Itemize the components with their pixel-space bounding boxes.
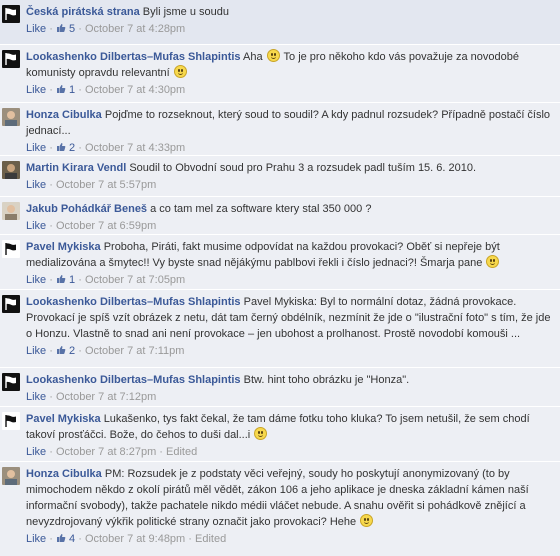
comment-text: Pojďme to rozseknout, který soud to soud…: [26, 109, 551, 137]
comment-body: Pavel Mykiska Proboha, Piráti, fakt musi…: [26, 239, 552, 288]
smiley-emoticon-icon: [360, 514, 374, 527]
comment-item: Pavel Mykiska Proboha, Piráti, fakt musi…: [0, 234, 560, 289]
thumbs-up-icon[interactable]: [56, 23, 66, 33]
comment-body: Lookashenko Dilbertas–Mufas Shlapintis A…: [26, 49, 552, 98]
comment-author-link[interactable]: Martin Kirara Vendl: [26, 162, 126, 174]
comment-body: Martin Kirara Vendl Soudil to Obvodní so…: [26, 160, 552, 193]
like-link[interactable]: Like: [26, 220, 46, 232]
avatar[interactable]: [2, 202, 20, 220]
avatar[interactable]: [2, 373, 20, 391]
edited-label: Edited: [166, 446, 198, 458]
comment-timestamp[interactable]: October 7 at 4:30pm: [85, 84, 185, 96]
avatar[interactable]: [2, 467, 20, 485]
comment-meta: Like · 1 · October 7 at 4:30pm: [26, 84, 186, 96]
comment-item: Jakub Pohádkář Beneš a co tam mel za sof…: [0, 196, 560, 234]
comment-timestamp[interactable]: October 7 at 6:59pm: [56, 220, 156, 232]
comment-text: Lukašenko, tys fakt čekal, že tam dáme f…: [26, 413, 530, 441]
thumbs-up-icon[interactable]: [56, 84, 66, 94]
comment-meta: Like · 4 · October 7 at 9:48pm · Edited: [26, 533, 227, 545]
avatar[interactable]: [2, 295, 20, 313]
smiley-emoticon-icon: [173, 65, 187, 78]
thumbs-up-icon[interactable]: [56, 274, 66, 284]
comment-timestamp[interactable]: October 7 at 7:12pm: [56, 391, 156, 403]
comment-author-link[interactable]: Česká pirátská strana: [26, 6, 140, 18]
avatar[interactable]: [2, 5, 20, 23]
comment-item: Lookashenko Dilbertas–Mufas Shlapintis A…: [0, 44, 560, 102]
comment-text: Aha: [243, 51, 266, 63]
comment-author-link[interactable]: Lookashenko Dilbertas–Mufas Shlapintis: [26, 296, 241, 308]
like-link[interactable]: Like: [26, 23, 46, 35]
avatar[interactable]: [2, 240, 20, 258]
like-link[interactable]: Like: [26, 179, 46, 191]
like-link[interactable]: Like: [26, 84, 46, 96]
avatar[interactable]: [2, 161, 20, 179]
comment-body: Jakub Pohádkář Beneš a co tam mel za sof…: [26, 201, 552, 234]
comment-author-link[interactable]: Honza Cibulka: [26, 109, 102, 121]
avatar[interactable]: [2, 108, 20, 126]
comment-timestamp[interactable]: October 7 at 5:57pm: [56, 179, 156, 191]
comment-meta: Like · October 7 at 8:27pm · Edited: [26, 446, 198, 458]
comment-timestamp[interactable]: October 7 at 7:05pm: [85, 274, 185, 286]
comment-timestamp[interactable]: October 7 at 8:27pm: [56, 446, 156, 458]
avatar[interactable]: [2, 412, 20, 430]
thumbs-up-icon[interactable]: [56, 345, 66, 355]
comment-timestamp[interactable]: October 7 at 4:28pm: [85, 23, 185, 35]
comment-body: Honza Cibulka PM: Rozsudek je z podstaty…: [26, 466, 552, 547]
comment-timestamp[interactable]: October 7 at 7:11pm: [85, 345, 184, 357]
like-link[interactable]: Like: [26, 142, 46, 154]
comment-author-link[interactable]: Pavel Mykiska: [26, 241, 101, 253]
like-link[interactable]: Like: [26, 533, 46, 545]
comment-meta: Like · 2 · October 7 at 7:11pm: [26, 345, 185, 357]
avatar[interactable]: [2, 50, 20, 68]
comment-text: Btw. hint toho obrázku je "Honza".: [243, 374, 410, 386]
comment-author-link[interactable]: Pavel Mykiska: [26, 413, 101, 425]
comment-meta: Like · 5 · October 7 at 4:28pm: [26, 23, 186, 35]
smiley-emoticon-icon: [486, 255, 500, 268]
comment-text: Soudil to Obvodní soud pro Prahu 3 a roz…: [129, 162, 477, 174]
like-count[interactable]: 1: [69, 274, 75, 286]
thumbs-up-icon[interactable]: [56, 142, 66, 152]
comment-timestamp[interactable]: October 7 at 9:48pm: [85, 533, 185, 545]
comment-text: PM: Rozsudek je z podstaty věci veřejný,…: [26, 468, 529, 528]
comment-body: Honza Cibulka Pojďme to rozseknout, kter…: [26, 107, 552, 156]
like-count[interactable]: 1: [69, 84, 75, 96]
comment-body: Česká pirátská strana Byli jsme u soudu L…: [26, 4, 552, 37]
like-count[interactable]: 2: [69, 142, 75, 154]
comment-meta: Like · October 7 at 6:59pm: [26, 220, 157, 232]
comment-author-link[interactable]: Lookashenko Dilbertas–Mufas Shlapintis: [26, 51, 241, 63]
comment-item: Martin Kirara Vendl Soudil to Obvodní so…: [0, 155, 560, 196]
comment-timestamp[interactable]: October 7 at 4:33pm: [85, 142, 185, 154]
like-count[interactable]: 2: [69, 345, 75, 357]
comment-item: Pavel Mykiska Lukašenko, tys fakt čekal,…: [0, 406, 560, 461]
edited-label: Edited: [195, 533, 227, 545]
like-link[interactable]: Like: [26, 274, 46, 286]
comment-body: Lookashenko Dilbertas–Mufas Shlapintis P…: [26, 294, 552, 359]
comment-text: a co tam mel za software ktery stal 350 …: [150, 203, 372, 215]
comment-body: Lookashenko Dilbertas–Mufas Shlapintis B…: [26, 372, 552, 405]
comment-author-link[interactable]: Honza Cibulka: [26, 468, 102, 480]
comment-meta: Like · 2 · October 7 at 4:33pm: [26, 142, 186, 154]
comment-text: Byli jsme u soudu: [142, 6, 230, 18]
smiley-emoticon-icon: [266, 49, 280, 62]
like-link[interactable]: Like: [26, 345, 46, 357]
thumbs-up-icon[interactable]: [56, 533, 66, 543]
comment-meta: Like · October 7 at 7:12pm: [26, 391, 157, 403]
smiley-emoticon-icon: [254, 427, 268, 440]
comment-item: Lookashenko Dilbertas–Mufas Shlapintis P…: [0, 289, 560, 367]
like-link[interactable]: Like: [26, 446, 46, 458]
comment-item: Honza Cibulka PM: Rozsudek je z podstaty…: [0, 461, 560, 556]
like-count[interactable]: 4: [69, 533, 75, 545]
comment-item: Lookashenko Dilbertas–Mufas Shlapintis B…: [0, 367, 560, 406]
comment-body: Pavel Mykiska Lukašenko, tys fakt čekal,…: [26, 411, 552, 460]
comment-item: Honza Cibulka Pojďme to rozseknout, kter…: [0, 102, 560, 155]
like-link[interactable]: Like: [26, 391, 46, 403]
comment-item: Česká pirátská strana Byli jsme u soudu L…: [0, 0, 560, 44]
comment-author-link[interactable]: Lookashenko Dilbertas–Mufas Shlapintis: [26, 374, 241, 386]
comment-meta: Like · October 7 at 5:57pm: [26, 179, 157, 191]
comment-meta: Like · 1 · October 7 at 7:05pm: [26, 274, 186, 286]
like-count[interactable]: 5: [69, 23, 75, 35]
comment-author-link[interactable]: Jakub Pohádkář Beneš: [26, 203, 147, 215]
